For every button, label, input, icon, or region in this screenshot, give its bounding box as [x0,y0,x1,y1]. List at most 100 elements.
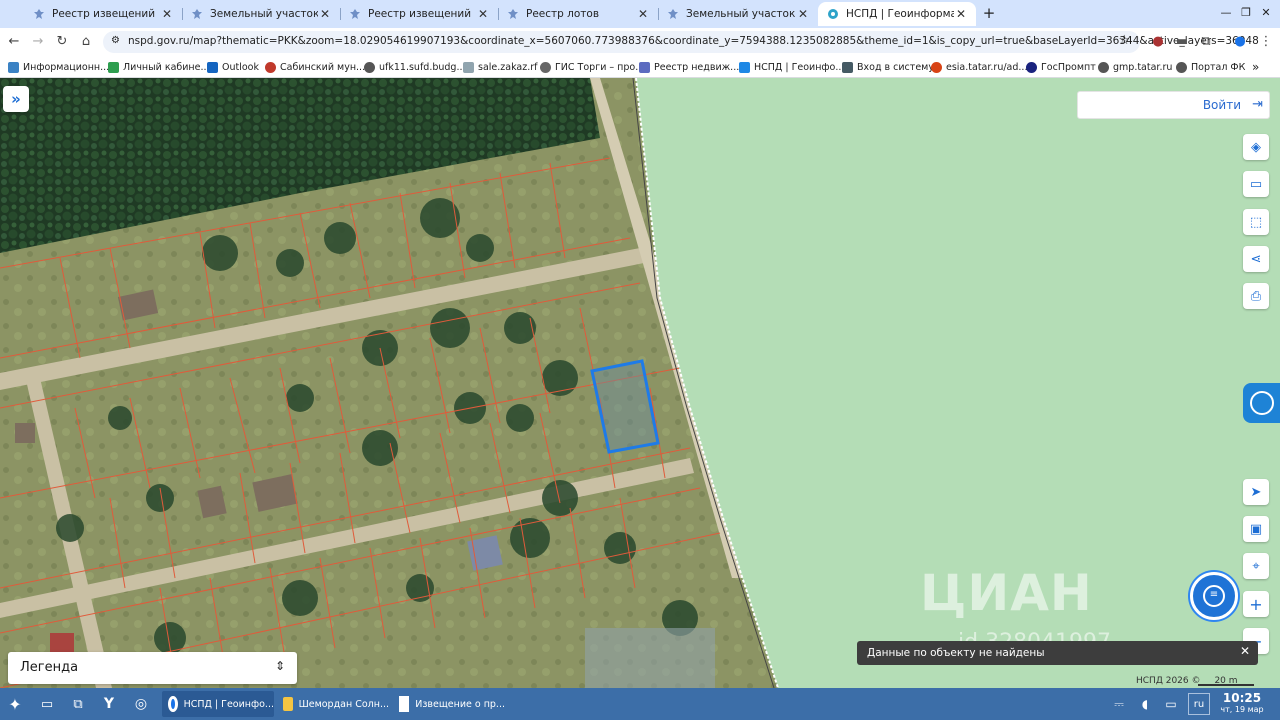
bookmark-item[interactable]: sale.zakaz.rf [463,60,538,74]
reload-button[interactable]: ↻ [52,32,72,52]
close-icon[interactable]: ✕ [160,7,174,21]
window-switch-icon[interactable]: ⧉ [67,693,89,715]
bookmark-item[interactable]: Портал ФК [1176,60,1245,74]
geolocation-button[interactable]: ➤ [1243,479,1269,505]
os-taskbar: ✦ ▭ ⧉ Y ◎ НСПД | Геоинфо... Шемордан Сол… [0,688,1280,720]
profile-avatar-icon[interactable]: ● [1230,32,1250,52]
share-button[interactable]: ⋖ [1243,246,1269,272]
clock[interactable]: 10:25 чт, 19 мар [1216,691,1268,714]
minimize-button[interactable]: — [1216,4,1236,22]
bookmark-item[interactable]: ГИС Торги – про... [540,60,644,74]
navigation-arrow-icon: ➤ [1250,484,1262,500]
usb-icon[interactable]: ⎓ [1108,693,1130,715]
plus-icon: + [1249,594,1263,614]
map-view[interactable]: » Войти ⇥ ◈ ▭ ⬚ ⋖ ⎙ ➤ ▣ ⌖ + − ≡ ЦИАН id … [0,78,1280,688]
bookmark-item[interactable]: esia.tatar.ru/ad... [931,60,1027,74]
tab-1[interactable]: Реестр извещений ✕ [24,2,182,26]
search-location-button[interactable]: ⌖ [1243,553,1269,579]
ruler-icon: ▭ [1249,176,1263,192]
tab-5[interactable]: Земельный участок с кад ✕ [658,2,818,26]
extension-icon[interactable]: ● [1148,32,1168,52]
forward-button[interactable]: → [28,32,48,52]
tab-strip: Реестр извещений ✕ Земельный участок, ка… [0,0,1280,28]
close-icon[interactable]: ✕ [318,7,332,21]
eagle-icon [348,7,362,21]
keyboard-layout-indicator[interactable]: ru [1188,693,1210,715]
tab-title: Реестр извещений [52,8,156,20]
ruler-button[interactable]: ▭ [1243,171,1269,197]
pond-area [585,628,715,688]
area-select-button[interactable]: ⬚ [1243,209,1269,235]
scale-bar: 20 m [1198,676,1254,686]
volume-icon[interactable]: ◖ [1134,693,1156,715]
tab-6-active[interactable]: НСПД | Геоинформацион ✕ [818,2,976,26]
menu-kebab-icon[interactable]: ⋮ [1256,32,1276,52]
bookmark-icon [108,61,119,73]
minimap-icon: ▣ [1249,521,1263,537]
minimap-button[interactable]: ▣ [1243,516,1269,542]
close-icon[interactable]: ✕ [476,7,490,21]
address-bar[interactable]: ⚙ nspd.gov.ru/map?thematic=PKK&zoom=18.0… [103,31,1259,53]
bookmark-icon [931,61,942,73]
taskbar-item[interactable]: НСПД | Геоинфо... [162,691,274,717]
eagle-icon [666,7,680,21]
bookmark-item[interactable]: Вход в систему [842,60,934,74]
globe-icon [364,61,375,73]
extension-2-icon[interactable]: ▬ [1172,32,1192,52]
site-info-icon[interactable]: ⚙ [111,35,120,46]
updown-chevron-icon: ⇕ [274,659,285,673]
layers-button[interactable]: ◈ [1243,134,1269,160]
bookmark-item[interactable]: gmp.tatar.ru [1098,60,1172,74]
login-button[interactable]: Войти ⇥ [1077,91,1270,119]
close-icon[interactable]: ✕ [636,7,650,21]
bookmark-star-icon[interactable]: ☆ [1118,33,1130,48]
bookmark-item[interactable]: Реестр недвиж... [639,60,739,74]
zoom-in-button[interactable]: + [1243,591,1269,617]
bookmark-item[interactable]: ufk11.sufd.budg... [364,60,466,74]
tab-title: Земельный участок, катег [210,8,318,20]
network-icon[interactable]: ▭ [1160,693,1182,715]
document-icon [399,696,410,712]
chat-button[interactable]: ≡ [1190,572,1238,620]
tab-2[interactable]: Земельный участок, катег ✕ [182,2,340,26]
file-manager-icon[interactable]: ▭ [36,693,58,715]
legend-dropdown[interactable]: Легенда ⇕ [8,652,297,684]
start-menu-icon[interactable]: ✦ [4,693,26,715]
side-widget-tab[interactable] [1243,383,1280,423]
home-button[interactable]: ⌂ [76,32,96,52]
extensions-puzzle-icon[interactable]: ⧉ [1196,32,1216,52]
taskbar-item[interactable]: Шемордан Солн... [279,691,389,717]
app-icon[interactable]: ◎ [130,693,152,715]
widget-icon [1250,391,1274,415]
maximize-button[interactable]: ❐ [1236,4,1256,22]
chrome-icon [168,696,178,712]
bookmark-item[interactable]: Outlook [207,60,259,74]
clock-time: 10:25 [1222,691,1262,705]
tab-3[interactable]: Реестр извещений ✕ [340,2,498,26]
taskbar-item[interactable]: Извещение о пр... [395,691,505,717]
bookmark-item[interactable]: Личный кабине... [108,60,210,74]
close-icon[interactable]: ✕ [1240,644,1250,658]
tab-4[interactable]: Реестр лотов ✕ [498,2,658,26]
bookmarks-overflow-icon[interactable]: » [1252,60,1259,74]
bookmark-item[interactable]: НСПД | Геоинфо... [739,60,844,74]
bookmark-icon [842,61,853,73]
new-tab-button[interactable]: + [980,4,998,22]
bookmark-icon [1026,61,1037,73]
globe-icon [1176,61,1187,73]
bookmark-icon [265,61,276,73]
back-button[interactable]: ← [4,32,24,52]
close-icon[interactable]: ✕ [796,7,810,21]
browser-window: Реестр извещений ✕ Земельный участок, ка… [0,0,1280,688]
tab-title: НСПД | Геоинформацион [846,8,954,20]
expand-sidebar-button[interactable]: » [3,86,29,112]
bookmark-item[interactable]: Сабинский мун... [265,60,365,74]
share-icon: ⋖ [1250,251,1262,267]
close-icon[interactable]: ✕ [954,7,968,21]
bookmark-item[interactable]: ГосПромпт [1026,60,1096,74]
print-button[interactable]: ⎙ [1243,283,1269,309]
tab-title: Земельный участок с кад [686,8,796,20]
window-close-button[interactable]: ✕ [1256,4,1276,22]
yandex-browser-icon[interactable]: Y [98,693,120,715]
bookmark-item[interactable]: Информационн... [8,60,109,74]
